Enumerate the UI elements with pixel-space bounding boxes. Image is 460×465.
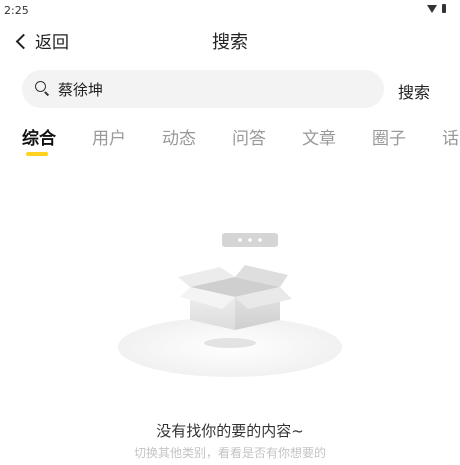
status-time: 2:25 [4, 4, 29, 17]
search-submit-button[interactable]: 搜索 [398, 79, 430, 103]
tab-articles[interactable]: 文章 [302, 124, 336, 149]
tab-posts[interactable]: 动态 [162, 124, 196, 149]
active-tab-indicator [26, 152, 48, 156]
tab-qa[interactable]: 问答 [232, 124, 266, 149]
tab-users[interactable]: 用户 [92, 124, 126, 149]
empty-state-subtitle: 切换其他类别，看看是否有你想要的 [133, 446, 326, 460]
status-bar: 2:25 [0, 0, 460, 22]
empty-box-illustration [118, 233, 342, 377]
search-input[interactable] [56, 79, 360, 99]
header: 返回 搜索 [0, 24, 460, 60]
status-icons [427, 4, 446, 13]
tab-circles[interactable]: 圈子 [372, 124, 406, 149]
wifi-icon [427, 4, 437, 13]
search-icon [35, 81, 51, 97]
battery-icon [442, 4, 446, 13]
box-shadow [204, 338, 256, 348]
search-row: 搜索 [0, 70, 460, 108]
speech-bubble-icon [222, 233, 278, 247]
tab-all[interactable]: 综合 [22, 124, 56, 149]
tab-topics[interactable]: 话 [442, 124, 459, 149]
page-title: 搜索 [212, 32, 248, 53]
empty-state-title: 没有找你的要的内容~ [156, 422, 304, 440]
search-box[interactable] [22, 70, 384, 108]
open-box-icon [178, 265, 292, 330]
category-tabs: 综合 用户 动态 问答 文章 圈子 话 [0, 124, 460, 160]
